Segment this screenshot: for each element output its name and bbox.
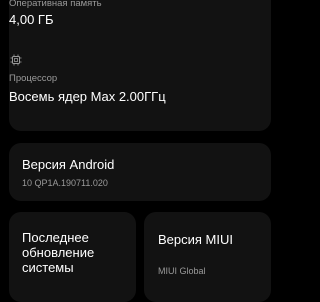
- miui-version-title: Версия MIUI: [158, 232, 233, 247]
- system-update-title-line1: Последнее: [22, 230, 89, 245]
- system-update-card[interactable]: Последнее обновление системы: [9, 212, 136, 302]
- android-version-card[interactable]: Версия Android 10 QP1A.190711.020: [9, 143, 271, 201]
- system-update-title-line2: обновление: [22, 245, 95, 260]
- processor-value: Восемь ядер Max 2.00ГГц: [9, 89, 166, 104]
- miui-version-card[interactable]: Версия MIUI MIUI Global: [144, 212, 271, 302]
- memory-label: Оперативная память: [9, 0, 102, 9]
- android-version-value: 10 QP1A.190711.020: [22, 178, 108, 188]
- android-version-title: Версия Android: [22, 157, 115, 172]
- memory-value: 4,00 ГБ: [9, 12, 54, 27]
- chip-icon: [10, 54, 22, 66]
- miui-version-value: MIUI Global: [158, 266, 206, 276]
- processor-label: Процессор: [9, 73, 58, 84]
- device-specs-card: Оперативная память 4,00 ГБ Процессор Вос…: [9, 0, 271, 131]
- system-update-title-line3: системы: [22, 260, 74, 275]
